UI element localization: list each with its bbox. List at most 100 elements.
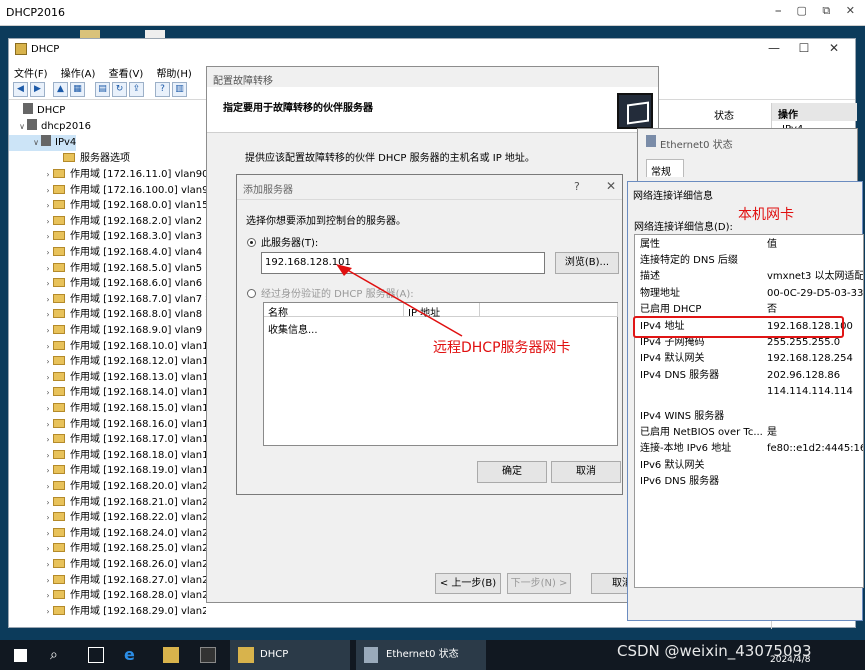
chevron-right-icon[interactable]: › — [43, 183, 53, 199]
tree-scope[interactable]: › 作用域 [192.168.13.0] vlan13 2 — [9, 370, 206, 386]
chevron-right-icon[interactable]: › — [43, 495, 53, 511]
taskbar-dhcp[interactable]: DHCP — [230, 640, 350, 670]
close-icon[interactable]: ✕ — [819, 41, 849, 55]
this-server-option[interactable]: 此服务器(T): — [247, 234, 318, 249]
detail-row[interactable]: 连接特定的 DNS 后缀 — [640, 253, 862, 269]
properties-icon[interactable]: ▤ — [95, 82, 110, 97]
tree-scope[interactable]: › 作用域 [192.168.3.0] vlan3 2栋 — [9, 229, 206, 245]
console-tree-icon[interactable]: ▦ — [70, 82, 85, 97]
chevron-down-icon[interactable]: ∨ — [31, 135, 41, 151]
tree-dhcp-root[interactable]: DHCP — [9, 103, 65, 119]
tree-ipv4[interactable]: ∨ IPv4 — [9, 135, 77, 151]
chevron-right-icon[interactable]: › — [43, 370, 53, 386]
detail-row[interactable]: 114.114.114.114 — [640, 384, 862, 400]
detail-row[interactable]: 已启用 NetBIOS over Tc... 是 — [640, 425, 862, 441]
chevron-right-icon[interactable]: › — [43, 510, 53, 526]
column-property[interactable]: 属性 — [640, 237, 660, 253]
detail-row[interactable]: IPv4 WINS 服务器 — [640, 409, 862, 425]
detail-row[interactable]: IPv6 默认网关 — [640, 458, 862, 474]
chevron-right-icon[interactable]: › — [43, 541, 53, 557]
detail-row[interactable]: 连接-本地 IPv6 地址 fe80::e1d2:4445:16a3:7 — [640, 441, 863, 457]
tree-scope[interactable]: › 作用域 [172.16.11.0] vlan90监 — [9, 167, 206, 183]
chevron-right-icon[interactable]: › — [43, 401, 53, 417]
ie-icon[interactable]: e — [124, 647, 140, 663]
radio-authorized[interactable] — [247, 289, 256, 298]
export-icon[interactable]: ⇪ — [129, 82, 144, 97]
tree-scope[interactable]: › 作用域 [192.168.4.0] vlan4 212 — [9, 245, 206, 261]
tree-scope[interactable]: › 作用域 [192.168.22.0] vlan22 2 — [9, 510, 206, 526]
chevron-right-icon[interactable]: › — [43, 573, 53, 589]
tree-scope[interactable]: › 作用域 [192.168.2.0] vlan2 2栋 — [9, 214, 206, 230]
detail-row[interactable]: IPv4 默认网关 192.168.128.254 — [640, 351, 862, 367]
minimize-icon[interactable]: — — [759, 41, 789, 55]
tree-scope[interactable]: › 作用域 [192.168.24.0] vlan24 2 — [9, 526, 206, 542]
next-button[interactable]: 下一步(N) > — [507, 573, 571, 594]
tree-scope[interactable]: › 作用域 [192.168.20.0] vlan20 2 — [9, 479, 206, 495]
taskbar-ethernet[interactable]: Ethernet0 状态 — [356, 640, 486, 670]
tree-scope[interactable]: › 作用域 [192.168.15.0] vlan15 2 — [9, 401, 206, 417]
details-grid[interactable]: 属性 值 连接特定的 DNS 后缀 描述 vmxnet3 以太网适配器 物理地址 00-… — [634, 234, 864, 588]
detail-row[interactable]: 物理地址 00-0C-29-D5-03-33 — [640, 286, 863, 302]
vm-window-controls[interactable]: ⎯ ▢ ⧉ ✕ — [776, 4, 861, 18]
show-hide-icon[interactable]: ▥ — [172, 82, 187, 97]
chevron-right-icon[interactable]: › — [43, 432, 53, 448]
chevron-right-icon[interactable]: › — [43, 385, 53, 401]
tree-scope[interactable]: › 作用域 [192.168.0.0] vlan158- — [9, 198, 206, 214]
tree-scope[interactable]: › 作用域 [192.168.28.0] vlan28 2 — [9, 588, 206, 604]
chevron-right-icon[interactable]: › — [43, 526, 53, 542]
windows-start-icon[interactable] — [14, 649, 27, 662]
help-icon[interactable]: ? — [155, 82, 170, 97]
tree-scope[interactable]: › 作用域 [192.168.18.0] vlan18 2 — [9, 448, 206, 464]
column-value[interactable]: 值 — [767, 237, 777, 253]
detail-row[interactable]: 描述 vmxnet3 以太网适配器 — [640, 269, 863, 285]
chevron-right-icon[interactable]: › — [43, 354, 53, 370]
tree-scope[interactable]: › 作用域 [192.168.25.0] vlan25 2 — [9, 541, 206, 557]
maximize-icon[interactable]: ☐ — [789, 41, 819, 55]
chevron-right-icon[interactable]: › — [43, 479, 53, 495]
chevron-right-icon[interactable]: › — [43, 604, 53, 620]
forward-arrow-icon[interactable]: ▶ — [30, 82, 45, 97]
tree-scope[interactable]: › 作用域 [192.168.26.0] vlan26 2 — [9, 557, 206, 573]
task-view-icon[interactable] — [88, 647, 104, 663]
chevron-right-icon[interactable]: › — [43, 198, 53, 214]
tree-scope[interactable]: › 作用域 [192.168.5.0] vlan5 611 — [9, 261, 206, 277]
tree-scope[interactable]: › 作用域 [172.16.100.0] vlan91 ) — [9, 183, 206, 199]
tree-scope[interactable]: › 作用域 [192.168.14.0] vlan14 2 — [9, 385, 206, 401]
chevron-right-icon[interactable]: › — [43, 307, 53, 323]
tree-scope[interactable]: › 作用域 [192.168.27.0] vlan27 2 — [9, 573, 206, 589]
tab-general[interactable]: 常规 — [646, 159, 684, 178]
dialog-close-button[interactable]: ✕ — [606, 179, 616, 193]
radio-this-server[interactable] — [247, 238, 256, 247]
chevron-right-icon[interactable]: › — [43, 463, 53, 479]
chevron-right-icon[interactable]: › — [43, 229, 53, 245]
status-column-header[interactable]: 状态 — [714, 107, 769, 125]
refresh-icon[interactable]: ↻ — [112, 82, 127, 97]
tree-scope[interactable]: › 作用域 [192.168.6.0] vlan6 2栋 — [9, 276, 206, 292]
up-folder-icon[interactable]: ▲ — [53, 82, 68, 97]
chevron-right-icon[interactable]: › — [43, 167, 53, 183]
chevron-right-icon[interactable]: › — [43, 417, 53, 433]
tree-scope[interactable]: › 作用域 [192.168.12.0] vlan12 6 — [9, 354, 206, 370]
back-arrow-icon[interactable]: ◀ — [13, 82, 28, 97]
chevron-right-icon[interactable]: › — [43, 588, 53, 604]
tree-scope[interactable]: › 作用域 [192.168.17.0] vlan17 2 — [9, 432, 206, 448]
chevron-right-icon[interactable]: › — [43, 214, 53, 230]
chevron-right-icon[interactable]: › — [43, 557, 53, 573]
browse-button[interactable]: 浏览(B)... — [555, 252, 619, 274]
chevron-right-icon[interactable]: › — [43, 245, 53, 261]
tree-server-options[interactable]: 服务器选项 — [9, 151, 130, 167]
tree-server[interactable]: ∨ dhcp2016 — [9, 119, 91, 135]
tree-scope[interactable]: › 作用域 [192.168.29.0] vlan29 7楼教室709 — [9, 604, 206, 620]
help-button[interactable]: ? — [574, 180, 580, 193]
tree-scope[interactable]: › 作用域 [192.168.9.0] vlan9 203 — [9, 323, 206, 339]
chevron-right-icon[interactable]: › — [43, 276, 53, 292]
terminal-icon[interactable] — [200, 647, 216, 663]
ok-button[interactable]: 确定 — [477, 461, 547, 483]
tree-scope[interactable]: › 作用域 [192.168.7.0] vlan7 琴房 — [9, 292, 206, 308]
tree-scope[interactable]: › 作用域 [192.168.8.0] vlan8 2栋 — [9, 307, 206, 323]
search-icon[interactable]: ⌕ — [50, 647, 66, 663]
back-button[interactable]: < 上一步(B) — [435, 573, 501, 594]
chevron-right-icon[interactable]: › — [43, 323, 53, 339]
clock-date[interactable]: 2024/4/8 — [770, 655, 810, 665]
chevron-right-icon[interactable]: › — [43, 448, 53, 464]
